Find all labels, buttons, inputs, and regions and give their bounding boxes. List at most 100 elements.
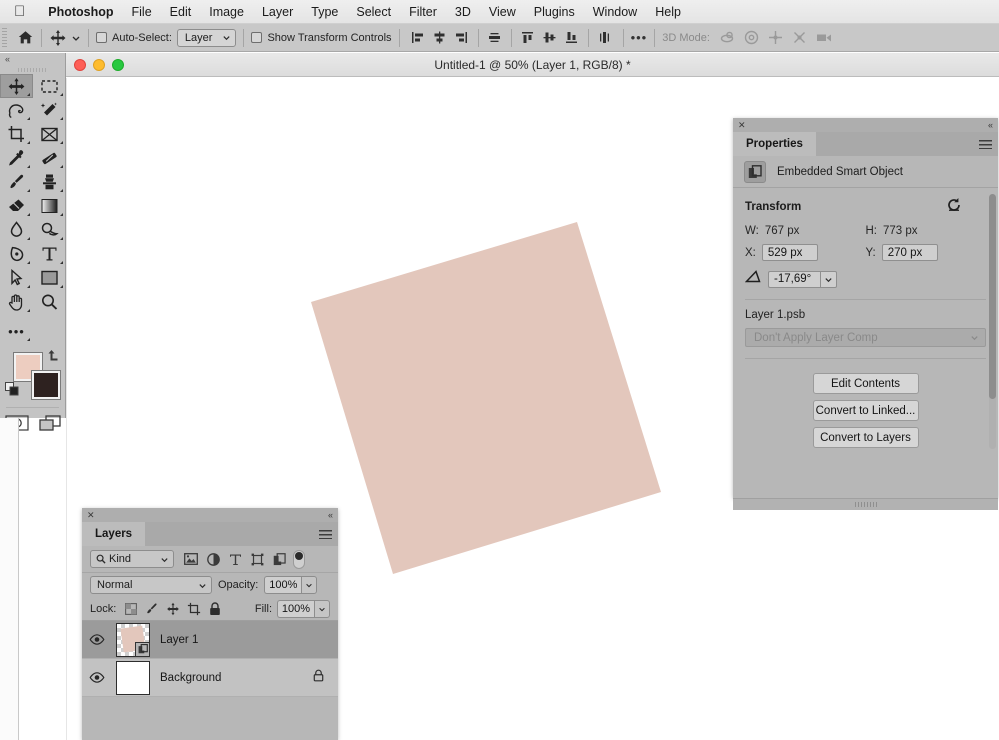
tools-panel-grip[interactable] — [0, 65, 65, 74]
lock-transparent-pixels-icon[interactable] — [120, 599, 141, 619]
tool-brush[interactable] — [0, 170, 33, 194]
lock-position-icon[interactable] — [162, 599, 183, 619]
tool-pen[interactable] — [0, 242, 33, 266]
tool-path-selection[interactable] — [0, 266, 33, 290]
more-options-button[interactable]: ••• — [631, 31, 648, 44]
tab-properties[interactable]: Properties — [733, 132, 816, 156]
tool-frame[interactable] — [33, 122, 66, 146]
x-input[interactable]: 529 px — [761, 244, 818, 261]
tool-clone-stamp[interactable] — [33, 170, 66, 194]
filter-type-layers-icon[interactable] — [224, 549, 246, 569]
tool-gradient[interactable] — [33, 194, 66, 218]
align-right-edges-icon[interactable] — [453, 29, 471, 47]
tool-lasso[interactable] — [0, 98, 33, 122]
layer-row-layer-1[interactable]: Layer 1 — [82, 621, 338, 659]
properties-scrollbar-thumb[interactable] — [989, 194, 996, 399]
lock-artboard-nesting-icon[interactable] — [183, 599, 204, 619]
properties-scrollbar[interactable] — [989, 194, 996, 449]
move-tool-icon[interactable] — [49, 29, 67, 47]
menu-item-image[interactable]: Image — [200, 0, 253, 24]
menu-item-type[interactable]: Type — [302, 0, 347, 24]
menu-item-photoshop[interactable]: Photoshop — [39, 0, 122, 24]
convert-to-layers-button[interactable]: Convert to Layers — [812, 427, 919, 448]
tool-preset-chevron-icon[interactable] — [71, 33, 81, 43]
menu-item-window[interactable]: Window — [584, 0, 646, 24]
fill-chevron-down-icon[interactable] — [314, 599, 330, 618]
home-icon[interactable] — [17, 29, 34, 46]
chevron-down-icon[interactable] — [820, 270, 837, 288]
layer-visibility-toggle[interactable] — [82, 672, 112, 683]
align-vertical-centers-icon[interactable] — [541, 29, 559, 47]
3d-roll-icon[interactable] — [743, 29, 760, 46]
align-top-edges-icon[interactable] — [519, 29, 537, 47]
menu-item-view[interactable]: View — [480, 0, 525, 24]
close-icon[interactable]: ✕ — [738, 120, 746, 130]
rotation-input[interactable]: -17,69° — [768, 270, 820, 288]
align-horizontal-centers-icon[interactable] — [431, 29, 449, 47]
background-color-swatch[interactable] — [32, 371, 60, 399]
distribute-vertical-icon[interactable] — [596, 29, 614, 47]
layer-name-label[interactable]: Background — [160, 672, 221, 684]
blend-mode-dropdown[interactable]: Normal — [90, 576, 212, 594]
menu-item-help[interactable]: Help — [646, 0, 690, 24]
tool-crop[interactable] — [0, 122, 33, 146]
more-tools-ellipsis-icon[interactable]: ••• — [0, 319, 33, 343]
lock-image-pixels-icon[interactable] — [141, 599, 162, 619]
collapse-panel-icon[interactable]: « — [988, 120, 993, 130]
tool-eyedropper[interactable] — [0, 146, 33, 170]
auto-select-checkbox[interactable] — [96, 32, 107, 43]
3d-pan-icon[interactable] — [767, 29, 784, 46]
panel-menu-icon[interactable] — [319, 522, 332, 546]
collapse-panel-icon[interactable]: « — [328, 510, 333, 520]
3d-camera-icon[interactable] — [815, 29, 834, 46]
layer-visibility-toggle[interactable] — [82, 634, 112, 645]
filter-shape-layers-icon[interactable] — [246, 549, 268, 569]
screen-mode-icon[interactable] — [33, 410, 66, 436]
show-transform-controls-checkbox[interactable] — [251, 32, 263, 43]
convert-to-linked-button[interactable]: Convert to Linked... — [812, 400, 919, 421]
align-bottom-edges-icon[interactable] — [563, 29, 581, 47]
tool-zoom[interactable] — [33, 290, 66, 314]
3d-slide-icon[interactable] — [791, 29, 808, 46]
tool-rectangle-shape[interactable] — [33, 266, 66, 290]
options-bar-grip[interactable] — [2, 27, 7, 48]
menu-item-3d[interactable]: 3D — [446, 0, 480, 24]
lock-all-icon[interactable] — [204, 599, 225, 619]
opacity-input[interactable]: 100% — [264, 576, 302, 594]
tool-hand[interactable] — [0, 290, 33, 314]
tools-collapse-icon[interactable]: « — [0, 53, 65, 65]
distribute-horizontal-icon[interactable] — [486, 29, 504, 47]
layer-thumbnail-cell[interactable] — [112, 660, 154, 695]
tool-blur[interactable] — [0, 218, 33, 242]
tool-type[interactable] — [33, 242, 66, 266]
menu-item-file[interactable]: File — [123, 0, 161, 24]
filter-smart-objects-icon[interactable] — [268, 549, 290, 569]
menu-item-plugins[interactable]: Plugins — [525, 0, 584, 24]
edit-contents-button[interactable]: Edit Contents — [812, 373, 919, 394]
menu-item-filter[interactable]: Filter — [400, 0, 446, 24]
tool-move[interactable] — [0, 74, 33, 98]
tab-layers[interactable]: Layers — [82, 522, 146, 546]
tool-object-selection[interactable] — [33, 98, 66, 122]
filter-pixel-layers-icon[interactable] — [180, 549, 202, 569]
opacity-chevron-down-icon[interactable] — [301, 576, 318, 594]
apple-logo-icon[interactable]:  — [14, 4, 25, 19]
layer-row-background[interactable]: Background — [82, 659, 338, 697]
fill-input[interactable]: 100% — [277, 599, 314, 618]
properties-panel-resize-grip[interactable] — [733, 498, 998, 510]
close-icon[interactable]: ✕ — [87, 510, 95, 520]
filter-kind-dropdown[interactable]: Kind — [90, 550, 174, 568]
rotation-combo[interactable]: -17,69° — [768, 270, 837, 288]
filter-adjustment-layers-icon[interactable] — [202, 549, 224, 569]
menu-item-layer[interactable]: Layer — [253, 0, 302, 24]
panel-menu-icon[interactable] — [979, 132, 992, 156]
tool-rectangular-marquee[interactable] — [33, 74, 66, 98]
layer-comp-dropdown[interactable]: Don't Apply Layer Comp — [745, 328, 986, 347]
3d-orbit-icon[interactable] — [719, 29, 736, 46]
rotated-square-shape[interactable] — [311, 222, 661, 574]
reset-transform-icon[interactable] — [946, 197, 962, 217]
layer-thumbnail-cell[interactable] — [112, 622, 154, 657]
tool-healing-brush[interactable] — [33, 146, 66, 170]
auto-select-scope-dropdown[interactable]: Layer — [176, 28, 237, 47]
opacity-control[interactable]: 100% — [264, 576, 318, 594]
